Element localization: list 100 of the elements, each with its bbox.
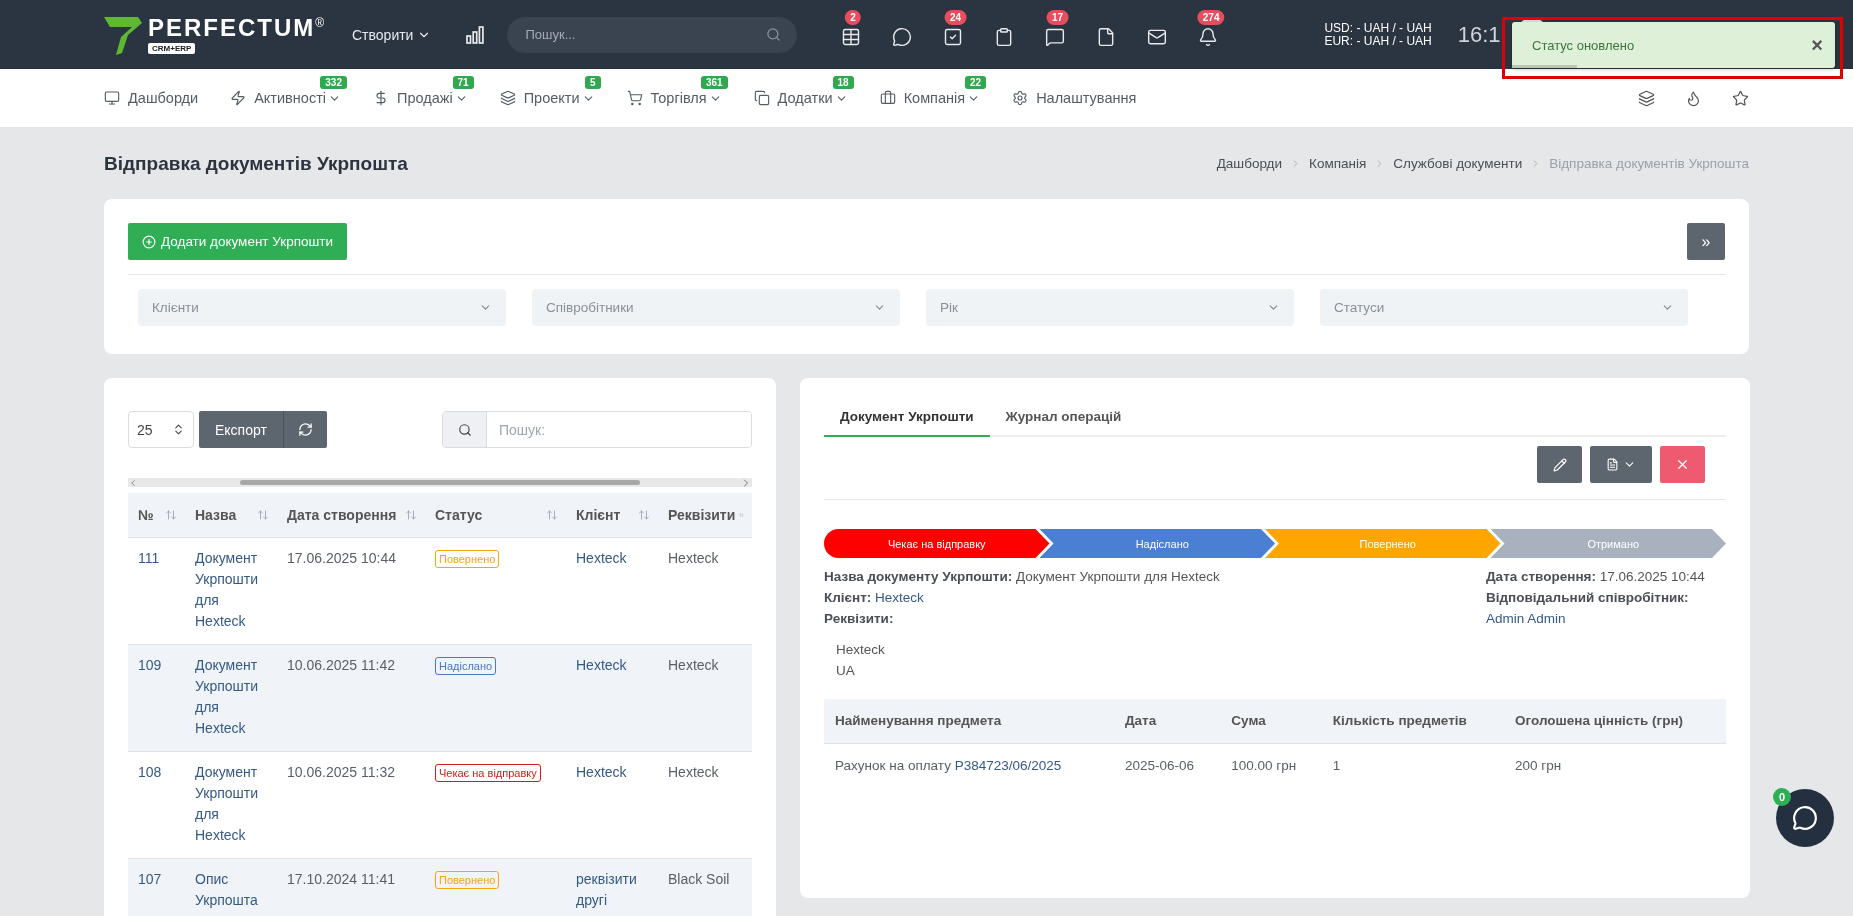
star-icon xyxy=(1732,89,1749,107)
status-badge: Повернено xyxy=(435,870,500,889)
sort-icon xyxy=(405,508,417,521)
breadcrumb[interactable]: Службові документи xyxy=(1393,156,1523,171)
refresh-button[interactable] xyxy=(283,411,327,448)
nav-item[interactable]: Налаштування xyxy=(1012,90,1137,106)
column-header: Сума xyxy=(1220,699,1322,743)
column-header[interactable]: Дата створення xyxy=(277,493,425,537)
detail-field: Дата створення: 17.06.2025 10:44 xyxy=(1486,566,1726,587)
toast-message: Статус оновлено xyxy=(1532,37,1635,53)
status-badge: Надіслано xyxy=(435,656,497,675)
search-bar[interactable]: Пошук... xyxy=(507,16,798,53)
table-cell[interactable]: реквізити другі xyxy=(566,858,658,916)
table-cell: Black Soil xyxy=(658,858,752,916)
search-input[interactable]: Пошук... xyxy=(523,26,744,43)
column-header[interactable]: Клієнт xyxy=(566,493,658,537)
currency-rate: USD: - UAH / - UAH xyxy=(1324,21,1432,35)
count-badge: 22 xyxy=(965,76,987,89)
logo-text: PERFECTUM xyxy=(148,15,316,40)
nav-icon-button[interactable] xyxy=(1685,89,1702,107)
column-header: Дата xyxy=(1113,699,1221,743)
bell-icon xyxy=(1198,26,1219,47)
message-icon xyxy=(1045,26,1066,47)
breadcrumb[interactable]: Компанія xyxy=(1309,156,1367,171)
create-menu[interactable]: Створити xyxy=(346,25,438,44)
column-header[interactable]: № xyxy=(128,493,185,537)
export-button[interactable]: Експорт xyxy=(199,411,284,448)
briefcase-icon xyxy=(879,90,896,106)
dollar-icon xyxy=(373,90,389,106)
column-header: Оголошена цінність (грн) xyxy=(1504,699,1726,743)
close-icon xyxy=(1675,457,1690,472)
toolbar-button[interactable]: 2 xyxy=(833,9,870,50)
employee-link[interactable]: Admin Admin xyxy=(1486,608,1726,629)
count-badge: 71 xyxy=(452,76,474,89)
nav-icon-button[interactable] xyxy=(1638,89,1655,107)
table-cell: 10.06.2025 11:32 xyxy=(277,751,425,858)
chat-button[interactable] xyxy=(1776,789,1834,847)
status-badge: Чекає на відправку xyxy=(435,763,541,782)
tab[interactable]: Документ Укрпошти xyxy=(824,395,990,437)
sort-icon xyxy=(638,508,650,521)
count-badge: 18 xyxy=(832,76,854,89)
count-badge: 5 xyxy=(585,76,601,89)
table-cell: 17.06.2025 10:44 xyxy=(277,537,425,644)
table-cell[interactable]: Hexteck xyxy=(566,644,658,751)
breadcrumb[interactable]: Дашборди xyxy=(1216,156,1283,171)
updown-icon xyxy=(172,423,185,436)
count-badge: 332 xyxy=(320,76,347,89)
requisites-line: UA xyxy=(836,662,856,680)
client-link[interactable]: Hexteck xyxy=(875,590,924,605)
toolbar-button[interactable]: 17 xyxy=(1037,9,1074,50)
page-title: Відправка документів Укрпошта xyxy=(104,152,408,175)
lightning-icon xyxy=(230,90,247,106)
plus-icon xyxy=(142,234,156,249)
copy-icon xyxy=(753,90,770,106)
toolbar-button[interactable]: 24 xyxy=(935,9,972,50)
column-header[interactable]: Назва xyxy=(185,493,277,537)
progress-step: Отримано xyxy=(1490,529,1726,558)
nav-item[interactable]: Дашборди xyxy=(104,90,199,106)
table-cell[interactable]: 111 xyxy=(128,537,185,644)
table-cell[interactable]: 107 xyxy=(128,858,185,916)
table-cell: Hexteck xyxy=(658,644,752,751)
column-header[interactable]: Статус xyxy=(425,493,566,537)
horizontal-scrollbar[interactable] xyxy=(128,478,752,487)
breadcrumb: Відправка документів Укрпошта xyxy=(1549,156,1749,171)
table-cell[interactable]: Опис Укрпошта xyxy=(185,858,277,916)
detail-field: Реквізити: xyxy=(824,608,1324,629)
table-cell: 10.06.2025 11:42 xyxy=(277,644,425,751)
count-badge: 17 xyxy=(1047,9,1069,25)
nav-icon-button[interactable] xyxy=(1732,89,1749,107)
table-search-bar[interactable]: Пошук: xyxy=(442,411,752,448)
count-badge: 361 xyxy=(700,76,728,89)
table-cell[interactable]: Документ Укрпошти для Hexteck xyxy=(185,537,277,644)
page-size-select[interactable]: 25 xyxy=(128,411,194,448)
chat-icon xyxy=(892,26,913,47)
table-cell: 100.00 грн xyxy=(1220,743,1322,787)
column-header: Кількість предметів xyxy=(1321,699,1505,743)
count-badge: 24 xyxy=(945,9,967,25)
bar-chart-icon[interactable] xyxy=(465,24,486,45)
edit-button[interactable] xyxy=(1537,446,1582,483)
table-cell[interactable]: Документ Укрпошти для Hexteck xyxy=(185,644,277,751)
close-button[interactable]: × xyxy=(1811,33,1823,57)
table-cell: 1 xyxy=(1321,743,1505,787)
expand-button[interactable]: » xyxy=(1687,223,1725,260)
settings-icon xyxy=(1012,90,1029,106)
toolbar-button[interactable]: 274 xyxy=(1190,9,1227,50)
table-cell[interactable]: 108 xyxy=(128,751,185,858)
table-cell[interactable]: Hexteck xyxy=(566,751,658,858)
chevron-left-icon[interactable] xyxy=(128,477,138,488)
table-cell[interactable]: Hexteck xyxy=(566,537,658,644)
table-cell[interactable]: Документ Укрпошти для Hexteck xyxy=(185,751,277,858)
invoice-link[interactable]: Р384723/06/2025 xyxy=(954,757,1062,773)
status-badge: Повернено xyxy=(435,549,500,568)
tab[interactable]: Журнал операцій xyxy=(989,395,1138,437)
table-cell[interactable]: 109 xyxy=(128,644,185,751)
table-cell: 200 грн xyxy=(1504,743,1726,787)
column-header[interactable]: Реквізити xyxy=(658,493,752,537)
cart-icon xyxy=(626,90,643,106)
currency-rate: EUR: - UAH / - UAH xyxy=(1324,34,1432,48)
sort-icon xyxy=(257,508,269,521)
pdf-dropdown-button[interactable] xyxy=(1590,446,1652,483)
